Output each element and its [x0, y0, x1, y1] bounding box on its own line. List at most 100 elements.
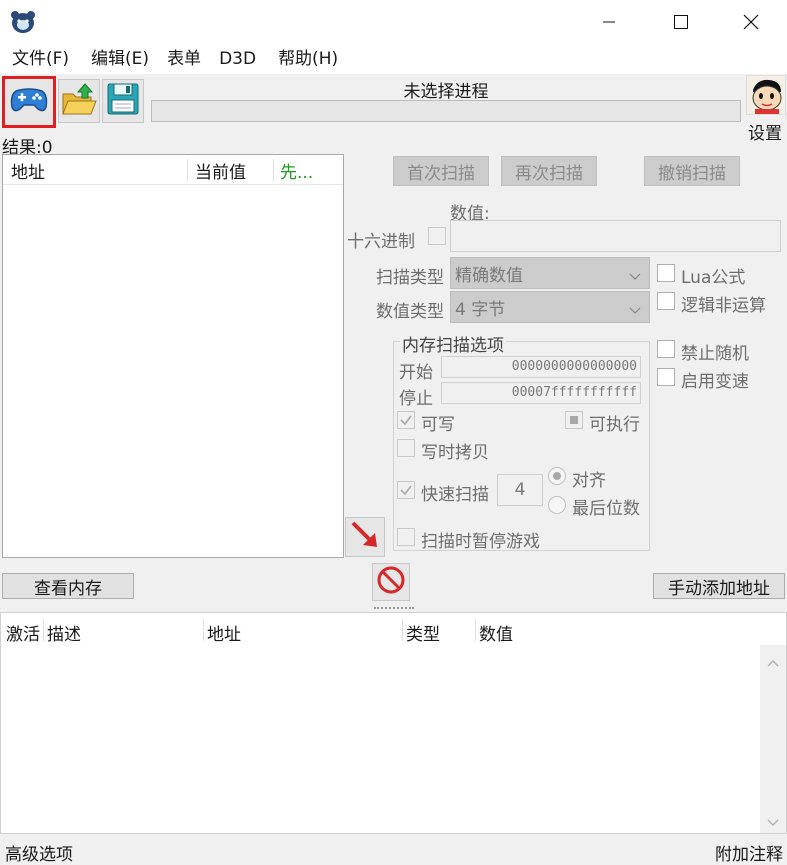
- add-selected-to-list-button[interactable]: [345, 517, 385, 557]
- col-type[interactable]: 类型: [406, 620, 440, 645]
- copy-on-write-checkbox[interactable]: [397, 439, 415, 457]
- menu-d3d[interactable]: D3D: [211, 44, 264, 74]
- scan-type-value: 精确数值: [455, 265, 523, 286]
- add-address-manually-button[interactable]: 手动添加地址: [653, 573, 785, 599]
- col-value[interactable]: 数值: [479, 620, 513, 645]
- checkmark-icon: [398, 413, 414, 433]
- col-divider: [187, 159, 188, 181]
- title-bar: [0, 0, 787, 44]
- col-current-value[interactable]: 当前值: [195, 158, 246, 183]
- col-divider: [43, 619, 44, 641]
- address-list-header: 激活 描述 地址 类型 数值: [1, 613, 786, 645]
- last-digits-label: 最后位数: [572, 499, 640, 519]
- open-file-button[interactable]: [58, 79, 100, 123]
- col-divider: [203, 619, 204, 641]
- process-label: 未选择进程: [403, 82, 489, 102]
- start-address-input[interactable]: 0000000000000000: [441, 356, 641, 378]
- address-list[interactable]: 激活 描述 地址 类型 数值: [0, 612, 787, 834]
- results-list[interactable]: 地址 当前值 先...: [2, 154, 344, 558]
- col-description[interactable]: 描述: [47, 620, 81, 645]
- avatar-icon: [747, 76, 785, 114]
- checkmark-icon: [398, 483, 414, 503]
- panel-splitter[interactable]: [0, 604, 787, 612]
- stop-label: 停止: [399, 389, 433, 409]
- hex-checkbox[interactable]: [428, 227, 446, 245]
- value-input[interactable]: [450, 220, 781, 252]
- maximize-button[interactable]: [658, 0, 704, 44]
- close-button[interactable]: [728, 0, 774, 44]
- save-file-button[interactable]: [102, 79, 144, 123]
- select-process-button[interactable]: [2, 76, 56, 128]
- not-logic-label: 逻辑非运算: [681, 296, 766, 316]
- align-radio[interactable]: [548, 467, 566, 485]
- pause-game-checkbox[interactable]: [397, 528, 415, 546]
- settings-avatar-button[interactable]: [746, 75, 786, 115]
- speedhack-label: 启用变速: [681, 372, 749, 392]
- fast-scan-label: 快速扫描: [421, 485, 489, 505]
- open-folder-icon: [61, 82, 97, 121]
- no-entry-icon: [376, 565, 406, 600]
- fast-scan-value: 4: [514, 480, 526, 500]
- col-active[interactable]: 激活: [6, 620, 40, 645]
- start-label: 开始: [399, 363, 433, 383]
- executable-label: 可执行: [589, 415, 640, 435]
- align-label: 对齐: [572, 471, 606, 491]
- grip-dots-icon: [373, 607, 414, 609]
- menu-edit[interactable]: 编辑(E): [83, 44, 157, 74]
- writable-label: 可写: [421, 415, 455, 435]
- indeterminate-icon: [566, 413, 582, 433]
- stop-scan-button[interactable]: [372, 563, 410, 601]
- disable-random-checkbox[interactable]: [657, 340, 675, 358]
- menu-help[interactable]: 帮助(H): [270, 44, 346, 74]
- menu-bar: 文件(F) 编辑(E) 表单 D3D 帮助(H): [0, 44, 787, 74]
- vertical-scrollbar[interactable]: [760, 645, 786, 833]
- executable-checkbox[interactable]: [565, 411, 583, 429]
- view-memory-button[interactable]: 查看内存: [2, 573, 134, 599]
- settings-label[interactable]: 设置: [748, 119, 782, 144]
- value-type-select[interactable]: 4 字节: [450, 291, 650, 323]
- lua-formula-label: Lua公式: [681, 268, 746, 288]
- col-divider: [402, 619, 403, 641]
- value-type-value: 4 字节: [455, 299, 506, 320]
- col-address[interactable]: 地址: [207, 620, 241, 645]
- radio-dot-icon: [553, 472, 561, 480]
- scan-type-label: 扫描类型: [376, 268, 444, 288]
- scan-type-select[interactable]: 精确数值: [450, 257, 650, 289]
- menu-file[interactable]: 文件(F): [4, 44, 77, 74]
- disable-random-label: 禁止随机: [681, 344, 749, 364]
- stop-address-input[interactable]: 00007fffffffffff: [441, 382, 641, 404]
- process-progress-bar: [151, 100, 741, 122]
- next-scan-button[interactable]: 再次扫描: [501, 156, 597, 186]
- fast-scan-input[interactable]: 4: [497, 474, 543, 506]
- not-logic-checkbox[interactable]: [657, 292, 675, 310]
- arrow-down-right-icon: [349, 519, 381, 556]
- minimize-button[interactable]: [586, 0, 632, 44]
- copy-on-write-label: 写时拷贝: [421, 443, 489, 463]
- scroll-down-icon[interactable]: [767, 813, 779, 833]
- speedhack-checkbox[interactable]: [657, 368, 675, 386]
- gamepad-icon: [10, 85, 48, 120]
- col-previous[interactable]: 先...: [280, 158, 313, 183]
- last-digits-radio[interactable]: [548, 496, 566, 514]
- advanced-options-link[interactable]: 高级选项: [5, 840, 73, 865]
- save-disk-icon: [106, 82, 140, 121]
- value-type-label: 数值类型: [376, 302, 444, 322]
- fast-scan-checkbox[interactable]: [397, 481, 415, 499]
- memory-scan-options-title: 内存扫描选项: [400, 331, 506, 356]
- pause-game-label: 扫描时暂停游戏: [421, 532, 540, 552]
- col-address[interactable]: 地址: [11, 158, 45, 183]
- app-logo-icon: [10, 10, 36, 34]
- table-comments-link[interactable]: 附加注释: [715, 840, 783, 865]
- menu-table[interactable]: 表单: [159, 44, 209, 74]
- start-address-value: 0000000000000000: [511, 359, 637, 374]
- undo-scan-button[interactable]: 撤销扫描: [644, 156, 740, 186]
- col-divider: [273, 159, 274, 181]
- first-scan-button[interactable]: 首次扫描: [393, 156, 489, 186]
- scroll-up-icon[interactable]: [767, 653, 779, 673]
- lua-formula-checkbox[interactable]: [657, 264, 675, 282]
- hex-label: 十六进制: [347, 232, 415, 252]
- chevron-down-icon: [629, 267, 641, 287]
- writable-checkbox[interactable]: [397, 411, 415, 429]
- status-bar: 高级选项 附加注释: [0, 835, 787, 865]
- results-header: 地址 当前值 先...: [3, 155, 343, 185]
